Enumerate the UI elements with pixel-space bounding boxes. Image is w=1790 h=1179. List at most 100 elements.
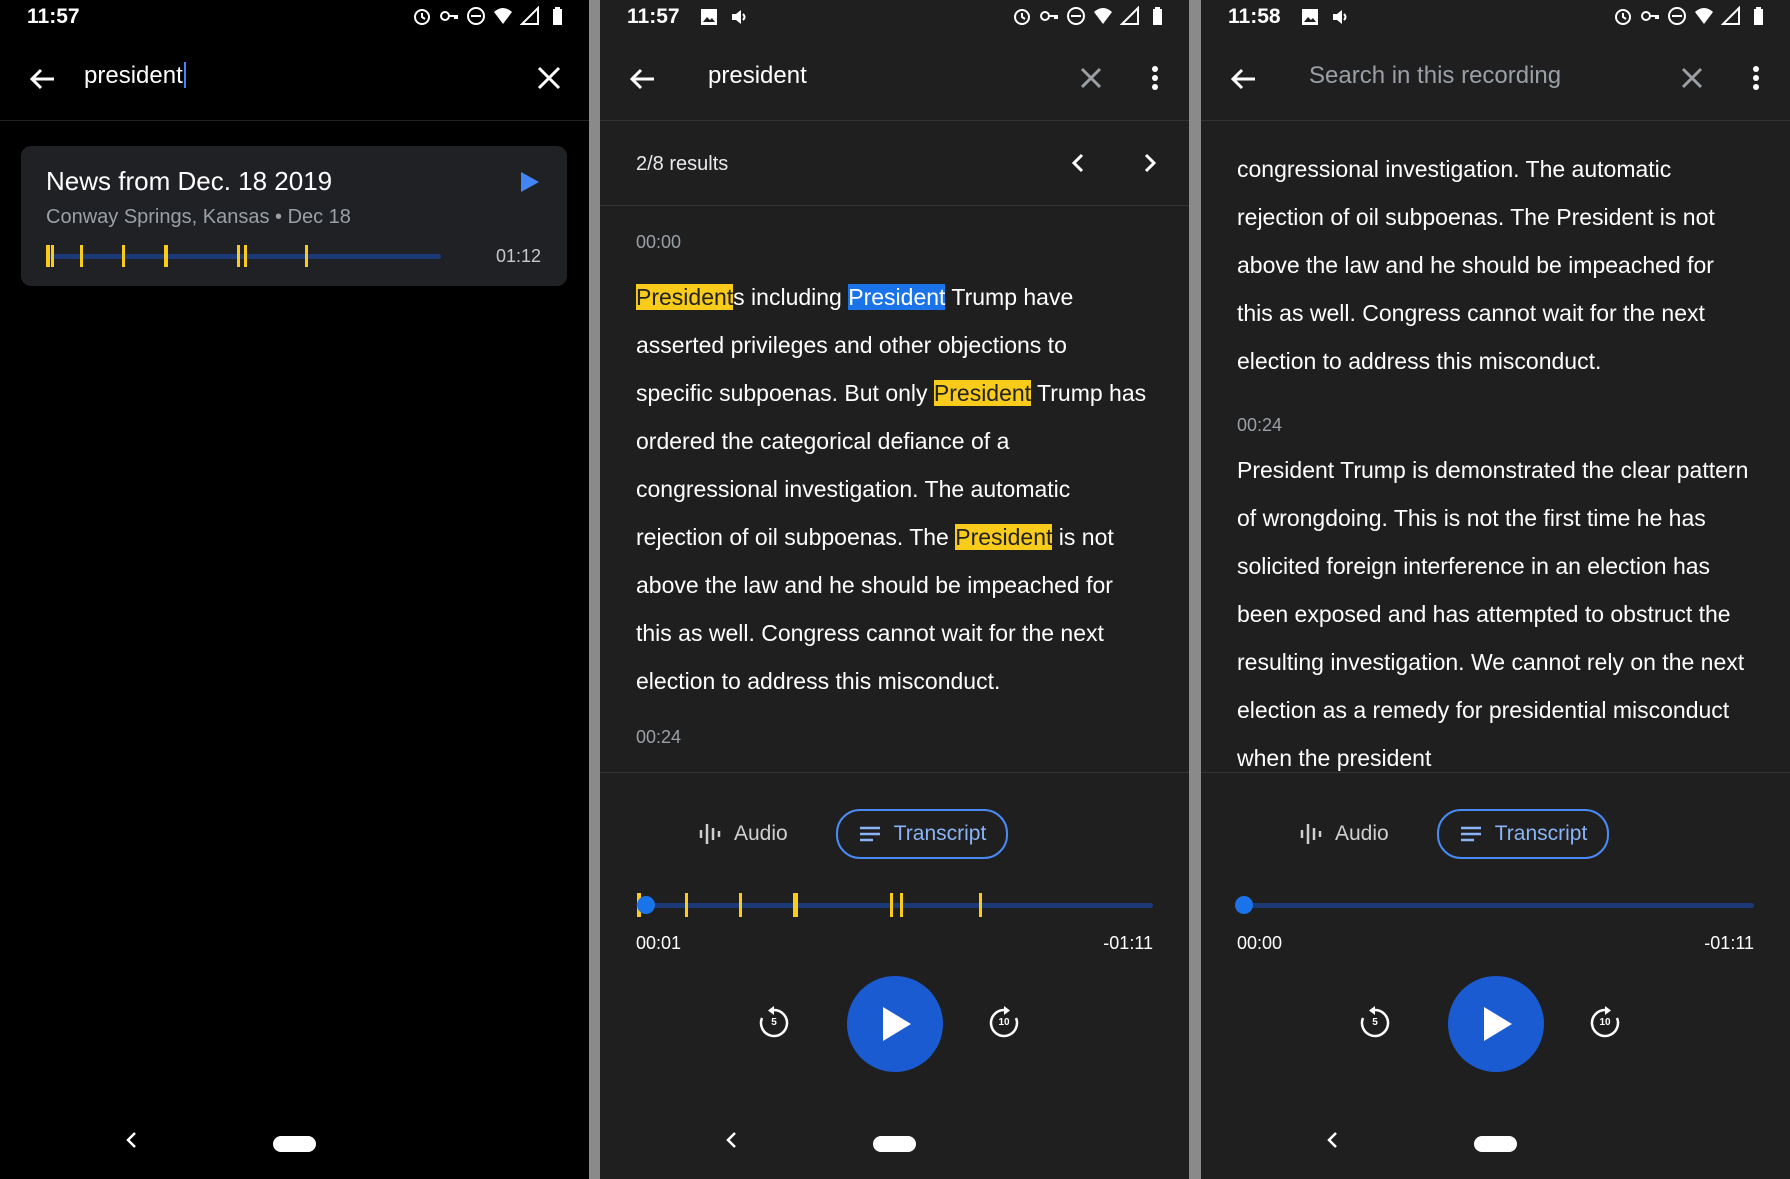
tab-transcript[interactable]: Transcript [1436,809,1610,859]
image-icon [701,9,717,25]
rewind-button[interactable]: 5 [1357,1005,1393,1041]
phone-screen-search: 11:57 president News from Dec. 18 2019 C… [0,0,589,1179]
recording-result-card[interactable]: News from Dec. 18 2019 Conway Springs, K… [21,146,567,286]
play-icon [1484,1007,1512,1041]
match-timeline [46,245,441,267]
tab-audio-label: Audio [1335,822,1389,845]
search-input[interactable]: Search in this recording [1309,62,1561,90]
nav-home-pill[interactable] [273,1136,316,1152]
search-input[interactable]: president [84,61,186,90]
close-icon[interactable] [533,62,565,94]
more-options-icon[interactable] [1139,62,1171,94]
close-icon[interactable] [1676,62,1708,94]
transcript-timestamp: 00:24 [636,727,682,747]
recording-duration: 01:12 [495,246,541,266]
back-arrow-icon[interactable] [26,62,60,96]
playback-controls: Audio Transcript 00:00 -01:11 5 10 [1201,772,1790,1179]
chevron-left-icon[interactable] [1065,149,1093,177]
nav-back-icon[interactable] [720,1128,744,1152]
status-icons [1613,6,1768,26]
transcript-text: s including [733,284,849,310]
status-bar: 11:57 [600,0,1189,36]
seek-knob[interactable] [1235,896,1253,914]
transcript-lines-icon [1460,826,1481,842]
recording-title: News from Dec. 18 2019 [46,166,333,196]
rewind-button[interactable]: 5 [756,1005,792,1041]
forward-seconds: 10 [998,1017,1010,1028]
signal-icon [1120,6,1139,25]
play-button[interactable] [847,976,943,1072]
elapsed-time: 00:00 [1237,933,1283,953]
status-icons [412,6,567,26]
tab-transcript-label: Transcript [893,822,987,845]
tab-transcript[interactable]: Transcript [835,809,1009,859]
wifi-icon [494,8,512,24]
seek-knob[interactable] [637,896,655,914]
match-marker [244,245,247,267]
transcript-timestamp: 00:24 [1237,415,1283,435]
nav-back-icon[interactable] [120,1128,144,1152]
back-arrow-icon[interactable] [626,62,660,96]
search-match-highlight: President [636,284,734,310]
signal-icon [520,6,539,25]
wifi-icon [1094,8,1112,24]
forward-button[interactable]: 10 [1587,1005,1623,1041]
transcript-paragraph: Presidents including President Trump hav… [636,273,1149,705]
rewind-seconds: 5 [1372,1017,1378,1028]
notification-icons [1300,7,1350,27]
search-match-highlight: President [955,524,1053,550]
results-navigator: 2/8 results [600,121,1189,206]
play-icon[interactable] [519,170,541,194]
match-marker [739,893,742,917]
nav-home-pill[interactable] [1474,1136,1517,1152]
volume-icon [1333,10,1347,24]
search-bar: president [600,40,1189,121]
transcript-timestamp: 00:00 [636,232,682,252]
tab-audio[interactable]: Audio [1279,811,1409,857]
match-marker [46,245,50,267]
nav-home-pill[interactable] [873,1136,916,1152]
alarm-icon [1014,9,1030,25]
remaining-time: -01:11 [1103,933,1153,953]
search-bar: Search in this recording [1201,40,1790,121]
battery-icon [1754,7,1763,25]
back-arrow-icon[interactable] [1227,62,1261,96]
search-bar: president [0,40,589,121]
recording-meta: Conway Springs, Kansas • Dec 18 [46,206,351,228]
tab-audio[interactable]: Audio [678,811,808,857]
chevron-right-icon[interactable] [1135,149,1163,177]
match-marker [305,245,308,267]
close-icon[interactable] [1075,62,1107,94]
transcript-lines-icon [859,826,880,842]
match-marker [164,245,168,267]
vpn-key-icon [1040,11,1058,21]
status-bar: 11:58 [1201,0,1790,36]
search-input[interactable]: president [708,62,807,90]
results-count: 2/8 results [636,153,729,175]
system-nav-bar [0,1120,589,1170]
signal-icon [1721,6,1740,25]
match-marker [122,245,125,267]
more-options-icon[interactable] [1740,62,1772,94]
play-button[interactable] [1448,976,1544,1072]
match-marker [979,893,982,917]
text-cursor [183,61,186,88]
match-marker [793,893,798,917]
match-marker [237,245,240,267]
battery-icon [1153,7,1162,25]
tab-transcript-label: Transcript [1494,822,1588,845]
tab-audio-label: Audio [734,822,788,845]
forward-button[interactable]: 10 [986,1005,1022,1041]
remaining-time: -01:11 [1704,933,1754,953]
wifi-icon [1695,8,1713,24]
transcript-paragraph: President Trump is demonstrated the clea… [1237,457,1749,771]
seek-bar[interactable] [1235,896,1754,914]
match-marker [80,245,83,267]
seek-bar[interactable] [636,893,1153,917]
alarm-icon [414,9,430,25]
status-time: 11:57 [627,5,680,28]
nav-back-icon[interactable] [1321,1128,1345,1152]
view-tabs: Audio Transcript [1279,809,1610,859]
status-icons [1012,6,1167,26]
waveform-icon [1300,824,1322,844]
